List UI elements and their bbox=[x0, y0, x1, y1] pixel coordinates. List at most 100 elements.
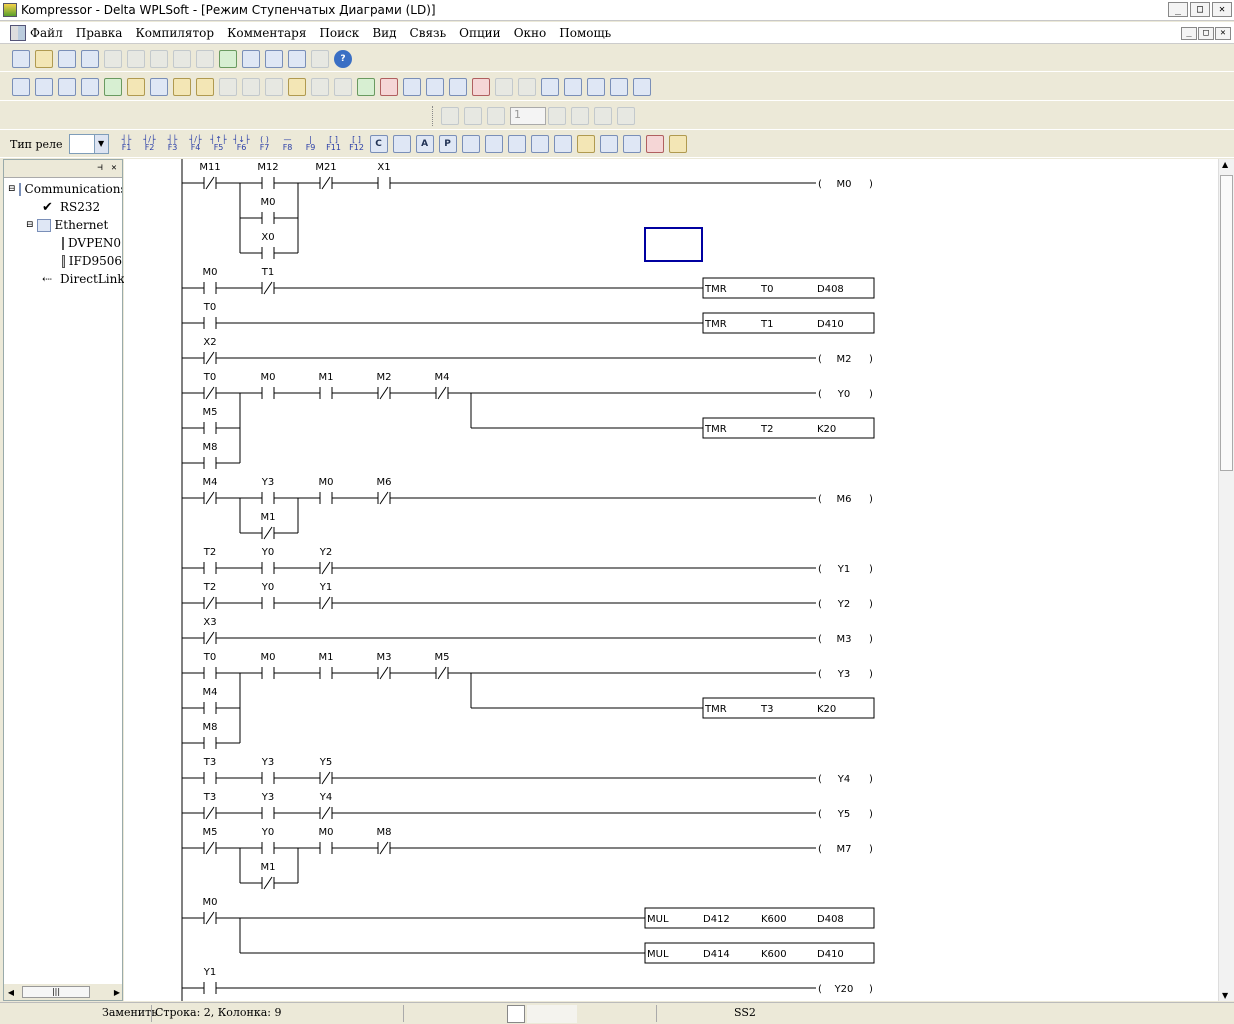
undo-icon[interactable] bbox=[104, 49, 122, 68]
menu-view[interactable]: Вид bbox=[372, 26, 396, 40]
child-close-button[interactable]: ✕ bbox=[1215, 27, 1231, 40]
edit-cursor[interactable] bbox=[644, 227, 703, 262]
scroll-up-icon[interactable]: ▲ bbox=[1222, 160, 1228, 169]
f1-contact-button[interactable]: ┤├ F1 bbox=[117, 136, 137, 152]
disabled-icon-4[interactable] bbox=[311, 77, 329, 96]
close-icon[interactable]: ✕ bbox=[108, 163, 120, 175]
download-icon[interactable] bbox=[426, 77, 444, 96]
monitor-search-icon[interactable] bbox=[587, 77, 605, 96]
instruction-mode-icon[interactable] bbox=[58, 77, 76, 96]
scroll-right-icon[interactable]: ▶ bbox=[114, 988, 120, 997]
mail-icon[interactable] bbox=[576, 135, 595, 153]
f3-contact-button[interactable]: ┤├ F3 bbox=[163, 136, 183, 152]
tree-item-ethernet[interactable]: ⊟ Ethernet bbox=[26, 218, 108, 232]
minimize-button[interactable]: _ bbox=[1168, 2, 1188, 17]
tree-item-rs232[interactable]: ✔ RS232 bbox=[42, 200, 100, 214]
disabled-icon-7[interactable] bbox=[518, 77, 536, 96]
sfc-mode-icon[interactable] bbox=[35, 77, 53, 96]
table-icon[interactable] bbox=[173, 77, 191, 96]
collapse-icon[interactable]: ⊟ bbox=[8, 184, 16, 194]
find-icon[interactable] bbox=[242, 49, 260, 68]
chevron-down-icon[interactable]: ▼ bbox=[93, 135, 108, 153]
save-all-icon[interactable] bbox=[81, 49, 99, 68]
refresh-icon[interactable] bbox=[571, 106, 589, 125]
scroll-thumb[interactable] bbox=[1220, 175, 1233, 471]
menu-options[interactable]: Опции bbox=[459, 26, 501, 40]
run-icon[interactable] bbox=[357, 77, 375, 96]
menu-communication[interactable]: Связь bbox=[410, 26, 447, 40]
code-icon[interactable] bbox=[472, 77, 490, 96]
grid-icon[interactable] bbox=[150, 77, 168, 96]
menu-compiler[interactable]: Компилятор bbox=[135, 26, 214, 40]
tree-root[interactable]: ⊟ Communications bbox=[8, 182, 122, 196]
menu-search[interactable]: Поиск bbox=[319, 26, 359, 40]
disabled-icon-5[interactable] bbox=[334, 77, 352, 96]
menu-help[interactable]: Помощь bbox=[559, 26, 611, 40]
cd-icon[interactable]: C bbox=[369, 135, 388, 153]
wave-icon[interactable] bbox=[484, 135, 503, 153]
tree-item-directlink[interactable]: ⇠ DirectLink bbox=[42, 272, 125, 286]
f7-coil-button[interactable]: ( ) F7 bbox=[255, 136, 275, 152]
scroll-down-icon[interactable]: ▼ bbox=[1222, 991, 1228, 1000]
f5-pulse-button[interactable]: ┤↑├ F5 bbox=[209, 136, 229, 152]
child-restore-button[interactable]: □ bbox=[1198, 27, 1214, 40]
list-icon[interactable] bbox=[507, 135, 526, 153]
disabled-icon-9[interactable] bbox=[464, 106, 482, 125]
open-folder-icon[interactable] bbox=[35, 49, 53, 68]
ladder-diagram[interactable]: M11 M12 M21 X1 (M0) M0 X0 M0 T1 TMR T0 D408 T0 TMR T1 D… bbox=[124, 159, 1218, 1001]
disabled-icon-1[interactable] bbox=[219, 77, 237, 96]
panel-horizontal-scrollbar[interactable]: ◀ ||| ▶ bbox=[4, 984, 122, 1000]
disabled-icon-10[interactable] bbox=[487, 106, 505, 125]
document-icon[interactable] bbox=[10, 24, 26, 41]
menu-edit[interactable]: Правка bbox=[76, 26, 123, 40]
program-icon[interactable] bbox=[288, 77, 306, 96]
toolbar-grip[interactable] bbox=[432, 105, 435, 126]
column-icon[interactable] bbox=[622, 135, 641, 153]
module-icon[interactable] bbox=[668, 135, 687, 153]
ad-icon[interactable]: A bbox=[415, 135, 434, 153]
transfer-icon[interactable] bbox=[449, 77, 467, 96]
monitor-icon[interactable] bbox=[564, 77, 582, 96]
pid-icon[interactable]: P bbox=[438, 135, 457, 153]
device-monitor-icon[interactable] bbox=[81, 77, 99, 96]
relay-type-select[interactable]: ▼ bbox=[68, 134, 109, 154]
pin-icon[interactable]: ⊣ bbox=[94, 163, 106, 175]
bar-icon[interactable] bbox=[599, 135, 618, 153]
compile-icon[interactable] bbox=[541, 77, 559, 96]
f9-line-button[interactable]: | F9 bbox=[301, 136, 321, 152]
pencil-icon[interactable] bbox=[196, 77, 214, 96]
f6-pulse-button[interactable]: ┤↓├ F6 bbox=[232, 136, 252, 152]
redo-icon[interactable] bbox=[127, 49, 145, 68]
child-minimize-button[interactable]: _ bbox=[1181, 27, 1197, 40]
blocks-icon[interactable] bbox=[553, 135, 572, 153]
app-instruction-icon[interactable] bbox=[392, 135, 411, 153]
disabled-icon-12[interactable] bbox=[617, 106, 635, 125]
help-icon[interactable]: ? bbox=[334, 49, 352, 68]
vertical-scrollbar[interactable]: ▲ ▼ bbox=[1218, 159, 1234, 1001]
settings-icon[interactable] bbox=[127, 77, 145, 96]
spinner-arrows-icon[interactable] bbox=[548, 106, 566, 125]
menu-file[interactable]: Файл bbox=[30, 26, 63, 40]
menu-window[interactable]: Окно bbox=[514, 26, 547, 40]
tree-item-dvpen01[interactable]: DVPEN01 bbox=[62, 236, 122, 250]
tree-icon[interactable] bbox=[461, 135, 480, 153]
collapse-icon[interactable]: ⊟ bbox=[26, 220, 34, 230]
f8-line-button[interactable]: — F8 bbox=[278, 136, 298, 152]
f4-contact-button[interactable]: ┤/├ F4 bbox=[186, 136, 206, 152]
zoom-in-icon[interactable] bbox=[288, 49, 306, 68]
ladder-mode-icon[interactable] bbox=[12, 77, 30, 96]
network-icon[interactable] bbox=[633, 77, 651, 96]
disabled-icon-8[interactable] bbox=[441, 106, 459, 125]
edit-icon[interactable] bbox=[104, 77, 122, 96]
save-icon[interactable] bbox=[58, 49, 76, 68]
paste-icon[interactable] bbox=[196, 49, 214, 68]
stop-icon[interactable] bbox=[380, 77, 398, 96]
computer-icon[interactable] bbox=[610, 77, 628, 96]
new-file-icon[interactable] bbox=[12, 49, 30, 68]
close-button[interactable]: ✕ bbox=[1212, 2, 1232, 17]
zoom-out-icon[interactable] bbox=[311, 49, 329, 68]
scroll-thumb[interactable]: ||| bbox=[22, 986, 90, 998]
f12-button[interactable]: [ ] F12 bbox=[347, 136, 367, 152]
step-spinner[interactable]: 1 bbox=[510, 106, 546, 125]
upload-icon[interactable] bbox=[403, 77, 421, 96]
